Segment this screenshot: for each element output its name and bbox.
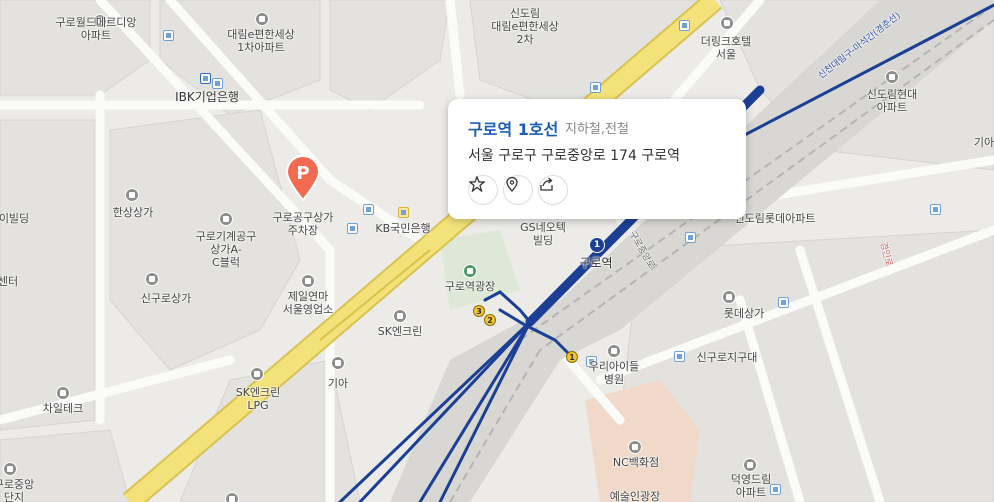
map-label[interactable]: 한상상가: [113, 206, 153, 219]
map-base: [0, 0, 994, 502]
line1-badge[interactable]: 1: [589, 237, 605, 253]
map-label[interactable]: 신도림현대 아파트: [867, 88, 918, 114]
map-canvas[interactable]: 구로월드메르디앙 아파트 대림e편한세상 1차아파트 신도림 대림e편한세상 2…: [0, 0, 994, 502]
map-label[interactable]: IBK기업은행: [175, 91, 239, 104]
apartment-icon[interactable]: [743, 458, 757, 472]
building-icon[interactable]: [145, 272, 159, 286]
map-label[interactable]: KB국민은행: [375, 222, 430, 235]
bus-stop-icon[interactable]: [685, 232, 696, 243]
bus-stop-icon[interactable]: [590, 82, 601, 93]
bus-stop-icon[interactable]: [363, 204, 374, 215]
apartment-icon[interactable]: [255, 12, 269, 26]
map-label[interactable]: 더링크호텔 서울: [701, 35, 752, 61]
share-button[interactable]: [538, 175, 568, 205]
building-icon[interactable]: [56, 386, 70, 400]
map-label[interactable]: 구로역광장: [445, 280, 496, 293]
map-label[interactable]: 대림e편한세상 1차아파트: [227, 28, 295, 54]
park-icon[interactable]: [463, 264, 477, 278]
gas-station-icon[interactable]: [250, 367, 264, 381]
bus-stop-icon[interactable]: [674, 351, 685, 362]
pin-icon: [506, 176, 518, 192]
save-button[interactable]: [468, 175, 498, 205]
hotel-icon[interactable]: [720, 16, 734, 30]
hospital-icon[interactable]: [607, 344, 621, 358]
building-icon[interactable]: [219, 212, 233, 226]
map-label[interactable]: 기아: [974, 136, 994, 149]
map-label[interactable]: 구로월드메르디앙 아파트: [56, 16, 137, 42]
map-label[interactable]: 신구로지구대: [697, 351, 758, 364]
bus-stop-icon[interactable]: [930, 204, 941, 215]
map-label[interactable]: SK엔크린 LPG: [236, 386, 281, 412]
exit-3-marker[interactable]: 3: [473, 305, 485, 317]
map-label[interactable]: 신구로상가: [141, 292, 192, 305]
map-label[interactable]: 롯데상가: [724, 307, 764, 320]
svg-text:P: P: [296, 163, 309, 184]
exit-2-marker[interactable]: 2: [484, 314, 496, 326]
bus-stop-icon[interactable]: [212, 78, 223, 89]
building-icon[interactable]: [301, 274, 315, 288]
map-label[interactable]: 신도림 대림e편한세상 2차: [491, 7, 559, 46]
bus-stop-icon[interactable]: [163, 30, 174, 41]
map-label[interactable]: 제일연마 서울영업소: [283, 290, 334, 316]
map-label[interactable]: 센터: [0, 275, 18, 288]
star-icon: [469, 176, 485, 192]
bus-stop-icon[interactable]: [770, 484, 781, 495]
apartment-icon[interactable]: [3, 462, 17, 476]
map-label[interactable]: 우리아이들 병원: [589, 360, 640, 386]
place-address: 서울 구로구 구로중앙로 174 구로역: [468, 148, 680, 164]
apartment-icon[interactable]: [885, 70, 899, 84]
car-icon[interactable]: [331, 356, 345, 370]
map-label[interactable]: 기아: [328, 377, 348, 390]
map-label[interactable]: 이빌딩: [0, 212, 29, 225]
department-store-icon[interactable]: [628, 440, 642, 454]
map-label[interactable]: SK엔크린: [378, 325, 423, 338]
building-icon[interactable]: [225, 492, 239, 502]
map-label[interactable]: 구로중앙 단지: [0, 478, 34, 502]
bus-stop-icon[interactable]: [347, 223, 358, 234]
parking-marker-icon[interactable]: P: [284, 153, 322, 201]
bus-stop-icon[interactable]: [778, 297, 789, 308]
map-label[interactable]: 신도림롯데아파트: [735, 212, 816, 225]
share-icon: [540, 177, 553, 191]
map-label[interactable]: 차일테크: [43, 402, 83, 415]
bank-icon[interactable]: [398, 207, 409, 218]
map-label[interactable]: 구로역: [579, 257, 612, 270]
map-label[interactable]: NC백화점: [613, 456, 659, 469]
gas-station-icon[interactable]: [393, 309, 407, 323]
place-title[interactable]: 구로역 1호선: [468, 116, 558, 140]
location-button[interactable]: [503, 175, 533, 205]
map-label[interactable]: 덕영드림 아파트: [731, 473, 771, 499]
map-label[interactable]: 구로기계공구 상가A- C블럭: [196, 230, 257, 269]
building-icon[interactable]: [722, 290, 736, 304]
map-label[interactable]: 예술인광장: [610, 490, 661, 502]
map-label[interactable]: 구로공구상가 주차장: [273, 211, 334, 237]
place-card[interactable]: 구로역 1호선 지하철,전철 서울 구로구 구로중앙로 174 구로역 출발 도…: [448, 99, 746, 219]
map-label[interactable]: GS네오텍 빌딩: [520, 221, 566, 247]
exit-1-marker[interactable]: 1: [566, 351, 578, 363]
place-category: 지하철,전철: [565, 122, 629, 137]
bank-icon[interactable]: [200, 73, 211, 84]
bus-stop-icon[interactable]: [679, 20, 690, 31]
building-icon[interactable]: [125, 188, 139, 202]
